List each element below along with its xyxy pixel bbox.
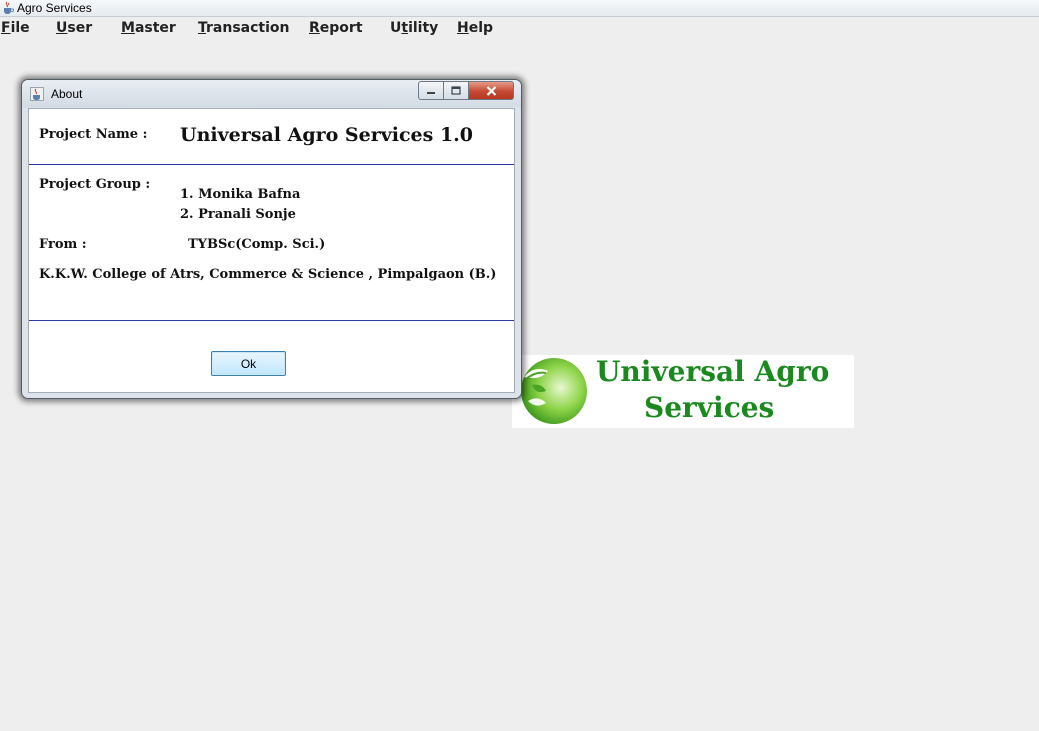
from-value: TYBSc(Comp. Sci.) (188, 237, 326, 252)
project-group-label: Project Group : (39, 177, 151, 192)
menu-file[interactable]: File (1, 19, 30, 37)
section-divider (29, 164, 514, 165)
universal-agro-logo: Universal Agro Services (512, 355, 854, 428)
minimize-icon (427, 91, 435, 94)
java-coffee-icon (4, 1, 14, 14)
college-text: K.K.W. College of Atrs, Commerce & Scien… (39, 267, 497, 282)
member-1: 1. Monika Bafna (180, 187, 301, 202)
logo-line2: Services (644, 391, 775, 424)
menu-transaction[interactable]: Transaction (198, 19, 290, 37)
dialog-content: Project Name : Universal Agro Services 1… (28, 108, 515, 393)
leaf-logo-icon (521, 358, 587, 424)
menu-user[interactable]: User (56, 19, 92, 37)
project-name-value: Universal Agro Services 1.0 (180, 124, 474, 146)
menu-report[interactable]: Report (309, 19, 363, 37)
menu-help[interactable]: Help (457, 19, 493, 37)
close-icon (486, 85, 496, 96)
menu-utility[interactable]: Utility (390, 19, 438, 37)
main-window-titlebar[interactable]: Agro Services (0, 0, 1039, 17)
close-button[interactable] (469, 81, 514, 100)
window-buttons (418, 81, 514, 100)
dialog-titlebar[interactable]: About (22, 80, 521, 107)
project-name-label: Project Name : (39, 127, 148, 142)
maximize-button[interactable] (444, 81, 469, 100)
menu-bar: File User Master Transaction Report Util… (0, 17, 1039, 39)
minimize-button[interactable] (418, 81, 444, 100)
dialog-title: About (51, 87, 83, 101)
about-dialog: About Project Name : Universal Agro Serv… (21, 79, 522, 399)
java-coffee-icon (30, 87, 44, 101)
from-label: From : (39, 237, 87, 252)
maximize-icon (451, 86, 461, 95)
section-divider (29, 320, 514, 321)
window-title: Agro Services (17, 1, 92, 15)
logo-line1: Universal Agro (596, 355, 830, 388)
ok-button[interactable]: Ok (211, 351, 286, 376)
member-2: 2. Pranali Sonje (180, 207, 296, 222)
menu-master[interactable]: Master (121, 19, 176, 37)
